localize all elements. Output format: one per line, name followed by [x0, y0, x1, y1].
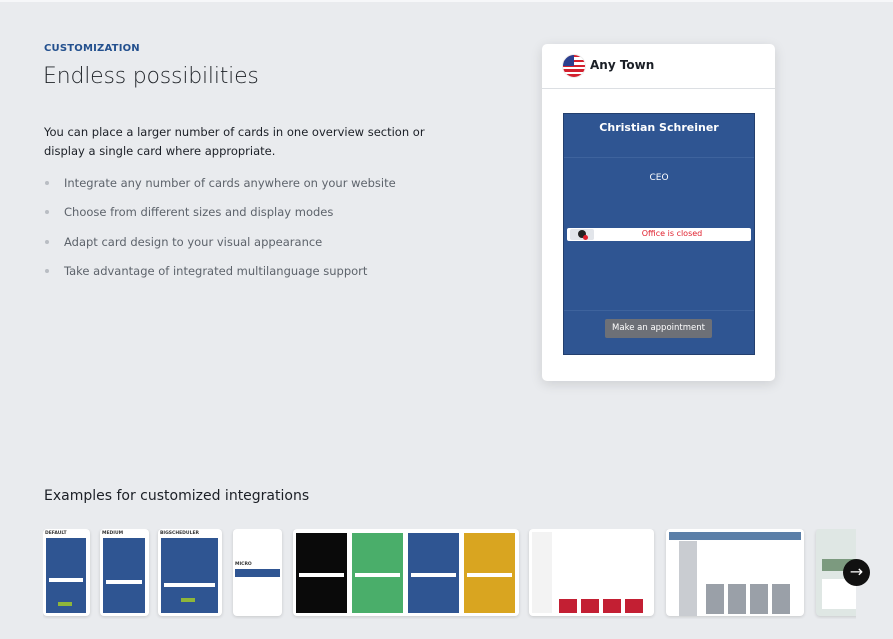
- top-border: [0, 0, 893, 2]
- feature-list: Integrate any number of cards anywhere o…: [44, 174, 396, 291]
- example-thumb-default[interactable]: DEFAULT: [43, 529, 90, 616]
- section-lead: You can place a larger number of cards i…: [44, 125, 425, 158]
- example-thumb-website-1[interactable]: [529, 529, 654, 616]
- feature-item: Integrate any number of cards anywhere o…: [44, 174, 396, 203]
- feature-text: Take advantage of integrated multilangua…: [64, 263, 368, 278]
- section-title: Endless possibilities: [43, 64, 259, 89]
- bullet-icon: [45, 181, 49, 185]
- divider: [564, 157, 754, 158]
- make-appointment-button[interactable]: Make an appointment: [605, 319, 712, 338]
- bullet-icon: [45, 210, 49, 215]
- example-thumb-micro[interactable]: MICRO: [233, 529, 282, 616]
- thumb-label: MICRO: [235, 562, 252, 567]
- preview-title: Any Town: [590, 58, 655, 72]
- bullet-icon: [45, 239, 49, 244]
- thumb-label: BIGSCHEDULER: [160, 531, 199, 536]
- examples-carousel[interactable]: DEFAULT MEDIUM BIGSCHEDULER MICRO: [43, 529, 856, 619]
- contact-role: CEO: [649, 173, 669, 183]
- status-text: Office is closed: [641, 229, 703, 238]
- contact-name: Christian Schreiner: [599, 121, 719, 134]
- feature-text: Integrate any number of cards anywhere o…: [64, 176, 396, 190]
- thumb-label: MEDIUM: [102, 531, 124, 536]
- feature-text: Choose from different sizes and display …: [64, 205, 334, 220]
- preview-card: Any Town Christian Schreiner CEO Office …: [542, 44, 775, 381]
- status-badge: Office is closed: [567, 228, 751, 241]
- feature-item: Adapt card design to your visual appeara…: [44, 233, 396, 262]
- preview-header: Any Town: [542, 44, 775, 89]
- divider: [564, 310, 754, 311]
- examples-title: Examples for customized integrations: [44, 488, 310, 504]
- bullet-icon: [45, 268, 49, 273]
- feature-text: Adapt card design to your visual appeara…: [64, 234, 323, 249]
- thumb-label: DEFAULT: [45, 531, 67, 536]
- contact-card: Christian Schreiner CEO Office is closed…: [563, 113, 755, 355]
- us-flag-icon: [563, 55, 585, 77]
- feature-item: Take advantage of integrated multilangua…: [44, 262, 396, 291]
- avatar-icon: [570, 229, 594, 240]
- section-eyebrow: CUSTOMIZATION: [44, 43, 140, 54]
- feature-item: Choose from different sizes and display …: [44, 203, 396, 232]
- example-thumb-bigscheduler[interactable]: BIGSCHEDULER: [158, 529, 222, 616]
- arrow-right-icon[interactable]: →: [843, 559, 870, 586]
- example-thumb-medium[interactable]: MEDIUM: [100, 529, 149, 616]
- example-thumb-color-set[interactable]: [293, 529, 519, 616]
- example-thumb-website-2[interactable]: [666, 529, 804, 616]
